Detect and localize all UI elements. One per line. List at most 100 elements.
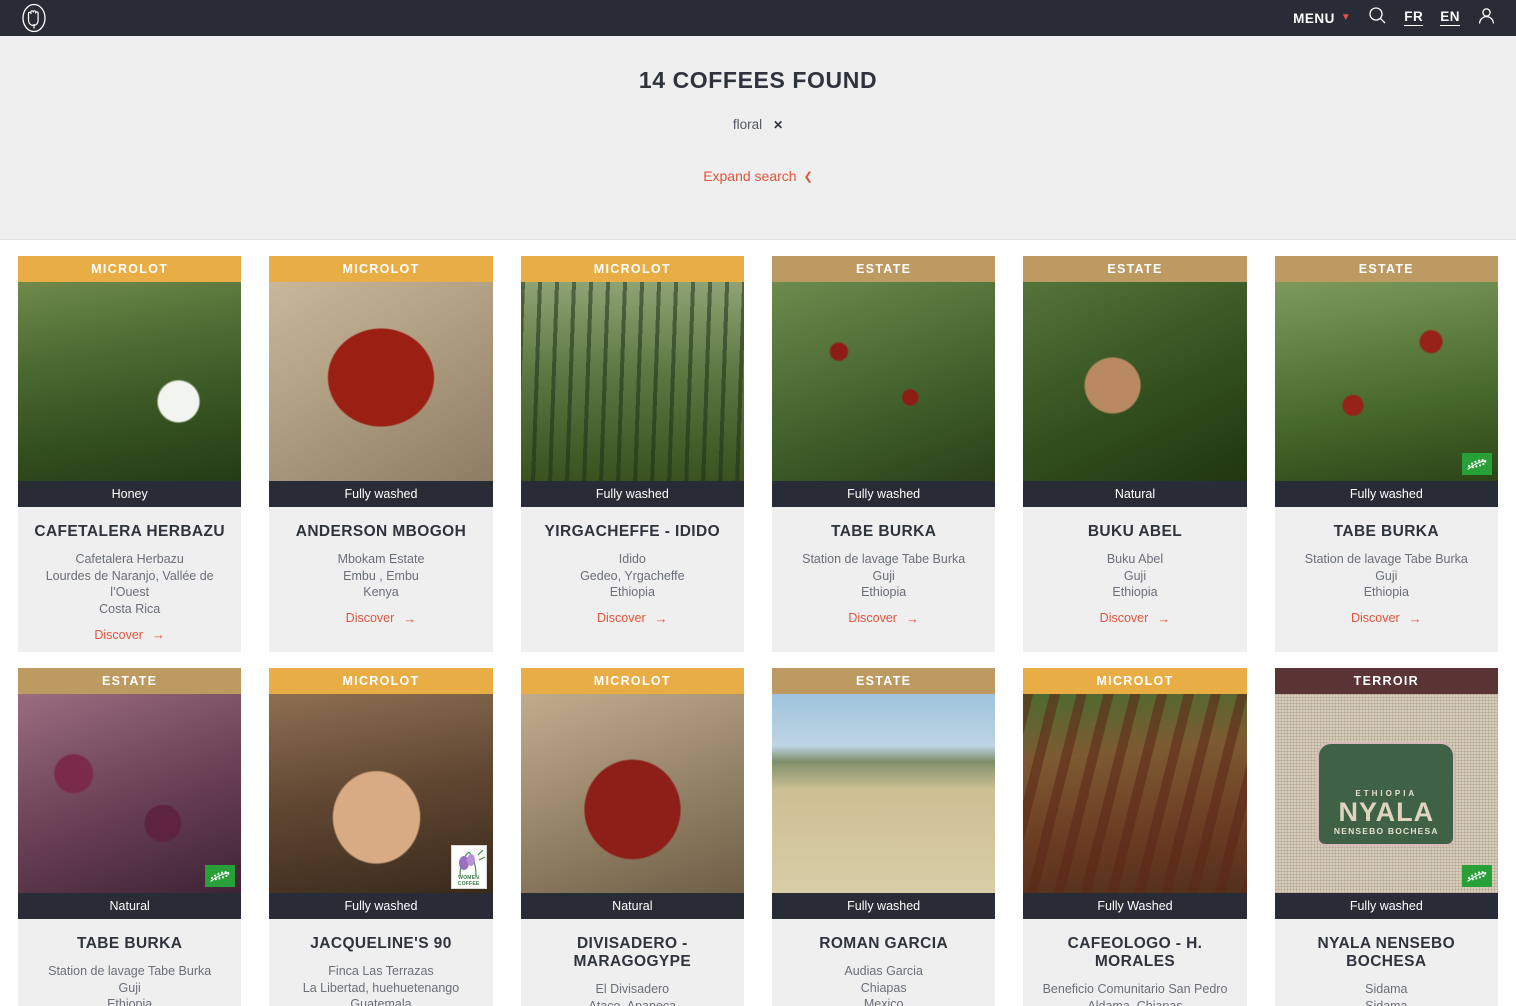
coffee-card[interactable]: MICROLOT Fully washed YIRGACHEFFE - IDIDO I…: [520, 256, 744, 652]
card-origin-line: La Libertad, huehuetenango: [302, 980, 460, 995]
coffee-card[interactable]: MICROLOT Fully Washed CAFEOLOGO - H. MORAL…: [1023, 668, 1247, 1006]
coffee-card[interactable]: TERROIR ETHIOPIA NYALA NENSEBO BOCHESA Fully…: [1274, 668, 1498, 1006]
card-body: TABE BURKA Station de lavage Tabe Burka Gu…: [1275, 507, 1498, 636]
card-process-label: Fully washed: [771, 893, 996, 919]
card-category-badge: MICROLOT: [269, 668, 493, 694]
menu-button[interactable]: MENU ▼: [1293, 11, 1351, 26]
card-title: TABE BURKA: [830, 523, 937, 540]
card-process-label: Fully washed: [771, 481, 996, 507]
arrow-right-icon: →: [654, 610, 668, 626]
search-summary-panel: 14 COFFEES FOUND floral ✕ Expand search …: [0, 36, 1516, 240]
card-category-badge: MICROLOT: [520, 256, 744, 282]
card-origin-line: Mexico: [863, 997, 904, 1006]
coffee-card[interactable]: MICROLOT Natural DIVISADERO - MARAGOGYPE El…: [520, 668, 744, 1006]
eu-organic-icon: [1461, 865, 1492, 887]
active-filters: floral ✕: [733, 117, 783, 132]
card-process-label: Fully washed: [1274, 481, 1498, 507]
card-photo: ETHIOPIA NYALA NENSEBO BOCHESA: [1274, 694, 1498, 893]
card-photo: WOMEN COFFEE: [269, 694, 493, 893]
card-origin-line: Kenya: [363, 585, 399, 599]
card-origin-line: Aldama, Chiapas: [1087, 998, 1183, 1006]
card-origin-line: Ethiopia: [1363, 585, 1409, 599]
coffee-card[interactable]: ESTATE Fully washed TABE BURKA Station de l…: [771, 256, 996, 652]
card-body: BUKU ABEL Buku Abel Guji Ethiopia Discover →: [1023, 507, 1246, 636]
nyala-emblem: ETHIOPIA NYALA NENSEBO BOCHESA: [1317, 741, 1456, 846]
card-origin-line: Chiapas: [860, 980, 907, 995]
card-origin-line: Ethiopia: [609, 585, 655, 599]
card-origin-line: Sidama: [1365, 982, 1408, 996]
language-en-link[interactable]: EN: [1440, 10, 1460, 26]
coffee-card[interactable]: ESTATE Fully washed ROMAN GARCIA Audias Gar…: [771, 668, 996, 1006]
card-photo: [1023, 694, 1247, 893]
discover-label: Discover: [94, 627, 143, 642]
card-photo: [1274, 282, 1498, 481]
card-origin-line: Mbokam Estate: [337, 552, 425, 566]
card-category-badge: MICROLOT: [520, 668, 744, 694]
card-origin-line: Embu , Embu: [343, 568, 419, 583]
card-origin-line: Sidama: [1365, 998, 1408, 1006]
chevron-down-icon: ❮: [803, 170, 813, 183]
coffee-card[interactable]: MICROLOT WOMEN COFFEE Fully washed JACQUELI…: [269, 668, 493, 1006]
discover-link[interactable]: Discover →: [529, 611, 736, 626]
card-process-label: Fully washed: [269, 893, 493, 919]
card-photo: [771, 694, 996, 893]
card-photo: [1023, 282, 1247, 481]
card-title: BUKU ABEL: [1087, 523, 1183, 540]
card-origin-line: Guatemala: [350, 997, 412, 1006]
search-button[interactable]: [1368, 6, 1387, 30]
card-photo: [269, 282, 493, 481]
discover-link[interactable]: Discover →: [277, 611, 484, 626]
card-origin-line: Lourdes de Naranjo, Vallée de l’Ouest: [45, 568, 214, 600]
account-button[interactable]: [1477, 6, 1496, 30]
coffee-card[interactable]: ESTATE Fully washed TABE BURKA Station de l…: [1274, 256, 1498, 652]
card-category-badge: ESTATE: [771, 256, 996, 282]
arrow-right-icon: →: [1157, 610, 1171, 626]
card-body: JACQUELINE'S 90 Finca Las Terrazas La Libe…: [269, 919, 492, 1006]
card-origin-line: Beneficio Comunitario San Pedro: [1042, 982, 1228, 996]
card-category-badge: ESTATE: [1274, 256, 1498, 282]
card-title: ANDERSON MBOGOH: [295, 523, 467, 540]
card-category-badge: ESTATE: [771, 668, 996, 694]
discover-link[interactable]: Discover →: [1283, 611, 1490, 626]
arrow-right-icon: →: [905, 610, 919, 626]
menu-label: MENU: [1293, 10, 1335, 26]
card-origin-line: Idido: [618, 552, 646, 566]
user-icon: [1478, 8, 1495, 24]
card-origin-line: Buku Abel: [1106, 552, 1164, 566]
expand-search-button[interactable]: Expand search ❮: [703, 168, 813, 184]
filter-remove-icon[interactable]: ✕: [773, 119, 783, 131]
eu-organic-icon: [205, 865, 236, 887]
discover-link[interactable]: Discover →: [26, 627, 233, 642]
card-origin-line: Guji: [1375, 568, 1398, 583]
coffee-card[interactable]: ESTATE Natural TABE BURKA Station de lavage…: [18, 668, 242, 1006]
card-origin-line: Ethiopia: [1112, 585, 1158, 599]
coffee-card[interactable]: MICROLOT Fully washed ANDERSON MBOGOH Mboka…: [269, 256, 493, 652]
hand-logo-icon: [22, 3, 46, 33]
card-photo: [520, 282, 744, 481]
women-in-coffee-icon: WOMEN COFFEE: [450, 845, 487, 889]
card-category-badge: TERROIR: [1274, 668, 1498, 694]
discover-link[interactable]: Discover →: [1031, 611, 1238, 626]
card-title: YIRGACHEFFE - IDIDO: [544, 523, 721, 540]
site-logo[interactable]: [14, 3, 54, 33]
coffee-card[interactable]: MICROLOT Honey CAFETALERA HERBAZU Cafetaler…: [18, 256, 242, 652]
nav-right-group: MENU ▼ FR EN: [1293, 6, 1502, 30]
card-origin-line: El Divisadero: [595, 982, 670, 996]
arrow-right-icon: →: [1408, 610, 1422, 626]
card-title: NYALA NENSEBO BOCHESA: [1317, 935, 1456, 970]
emblem-brand-label: NYALA: [1338, 796, 1435, 827]
eu-organic-icon: [1461, 453, 1492, 475]
filter-chip-label: floral: [732, 117, 763, 132]
card-category-badge: MICROLOT: [1023, 668, 1247, 694]
card-origin-line: Cafetalera Herbazu: [75, 552, 184, 566]
card-process-label: Fully washed: [1274, 893, 1498, 919]
arrow-right-icon: →: [151, 627, 165, 642]
arrow-right-icon: →: [403, 610, 417, 626]
language-fr-link[interactable]: FR: [1404, 10, 1424, 26]
card-process-label: Fully washed: [520, 481, 744, 507]
card-process-label: Fully Washed: [1023, 893, 1247, 919]
card-title: ROMAN GARCIA: [819, 935, 949, 952]
discover-link[interactable]: Discover →: [780, 611, 987, 626]
card-photo: [18, 282, 242, 481]
coffee-card[interactable]: ESTATE Natural BUKU ABEL Buku Abel Guji Ethio…: [1023, 256, 1247, 652]
